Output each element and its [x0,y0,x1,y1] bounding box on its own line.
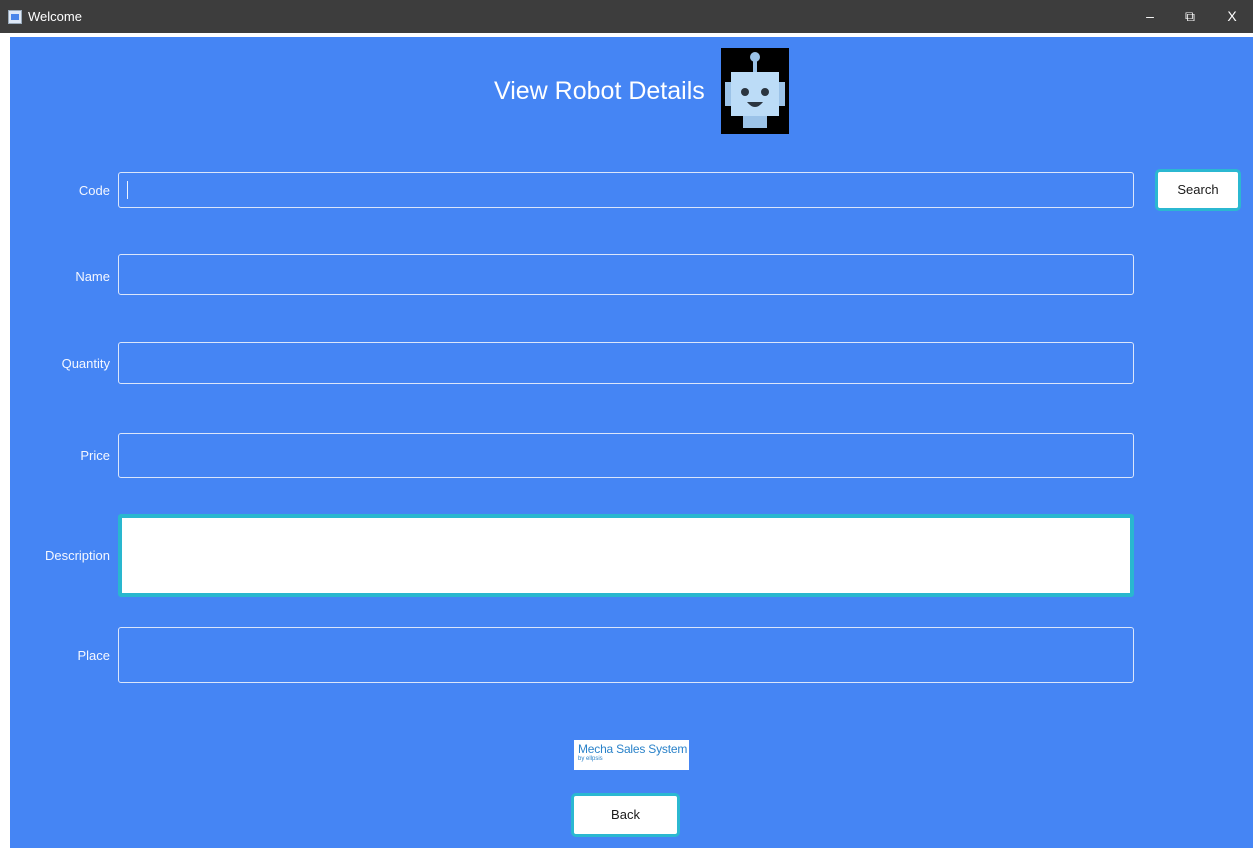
place-input[interactable] [118,627,1134,683]
window-title: Welcome [28,9,82,24]
robot-icon [721,48,789,134]
logo-title: Mecha Sales System [578,742,688,756]
name-label: Name [75,269,110,284]
search-button[interactable]: Search [1155,169,1241,211]
place-label: Place [77,648,110,663]
price-input[interactable] [118,433,1134,478]
description-textarea[interactable] [118,514,1134,597]
code-input[interactable] [118,172,1134,208]
restore-icon[interactable]: ⧉ [1178,6,1202,26]
app-icon [8,10,22,24]
mecha-sales-logo: Mecha Sales System by ellpsis [574,740,689,770]
logo-byline: by ellpsis [578,756,603,762]
window-titlebar: Welcome – ⧉ X [0,0,1253,33]
close-icon[interactable]: X [1220,6,1244,26]
quantity-label: Quantity [61,356,110,371]
name-input[interactable] [118,254,1134,295]
code-label: Code [78,183,110,198]
back-button[interactable]: Back [571,793,680,837]
page-title: View Robot Details [494,77,705,105]
description-label: Description [44,548,110,563]
main-window: View Robot Details Code Search Name Quan… [10,37,1253,848]
price-label: Price [80,448,110,463]
minimize-icon[interactable]: – [1138,6,1162,26]
quantity-input[interactable] [118,342,1134,384]
